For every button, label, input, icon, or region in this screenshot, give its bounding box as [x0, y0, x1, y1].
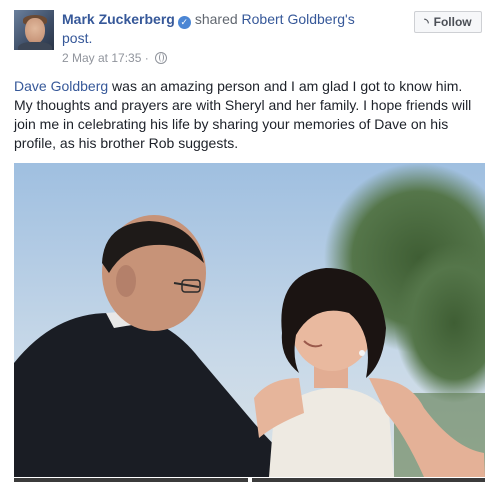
shared-owner-link[interactable]: Robert Goldberg's	[242, 11, 355, 27]
post-header: Mark Zuckerberg ✓ shared Robert Goldberg's…	[14, 10, 484, 66]
photo-illustration	[14, 163, 485, 477]
share-action: shared Robert Goldberg's	[195, 11, 355, 27]
globe-icon[interactable]	[155, 52, 168, 64]
mentioned-profile-link[interactable]: Dave Goldberg	[14, 78, 108, 94]
follow-button[interactable]: ◝ Follow	[414, 11, 482, 33]
post-timestamp[interactable]: 2 May at 17:35 ·	[62, 51, 149, 65]
shared-post-link[interactable]: post.	[62, 29, 92, 47]
rss-icon: ◝	[424, 16, 429, 29]
photo-strip	[14, 478, 485, 482]
post-title-line: Mark Zuckerberg ✓ shared Robert Goldberg's	[62, 10, 355, 29]
verified-badge-icon: ✓	[177, 16, 191, 29]
author-avatar[interactable]	[14, 10, 54, 50]
post-text: Dave Goldberg was an amazing person and …	[14, 77, 484, 153]
share-action-text: shared	[194, 11, 242, 27]
author-name[interactable]: Mark Zuckerberg	[62, 11, 175, 27]
follow-label: Follow	[433, 15, 472, 29]
post-meta: 2 May at 17:35 ·	[62, 51, 168, 65]
post-photo[interactable]	[14, 163, 485, 477]
